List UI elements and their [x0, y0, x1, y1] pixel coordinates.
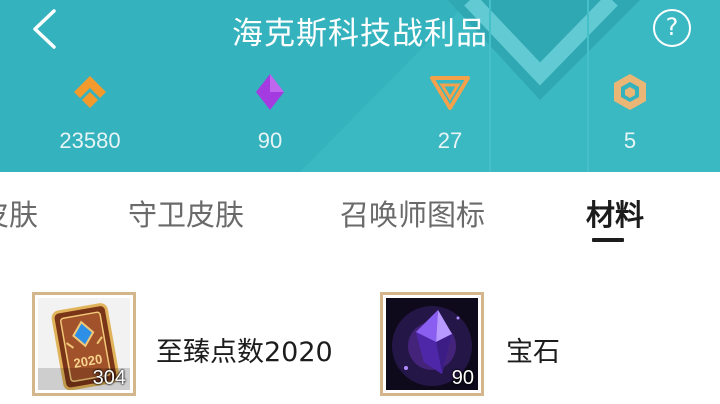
currency-value: 27	[437, 128, 463, 153]
help-button[interactable]: ?	[653, 9, 691, 47]
tab-ward-skins[interactable]: 守卫皮肤	[128, 192, 244, 234]
currency-value: 90	[257, 128, 283, 153]
item-thumbnail: 90	[380, 292, 484, 396]
item-quantity: 90	[451, 367, 474, 389]
question-circle-icon: ?	[665, 13, 679, 41]
item-quantity: 304	[92, 367, 126, 389]
hexagon-essence-icon	[614, 74, 646, 110]
tab-skins[interactable]: 皮肤	[0, 192, 38, 234]
orange-triangle-icon	[430, 76, 470, 110]
material-item-gemstone[interactable]: 90 宝石	[380, 292, 620, 398]
tab-summoner-icons[interactable]: 召唤师图标	[340, 192, 485, 234]
currency-orange-essence[interactable]: 27	[390, 72, 510, 154]
page-title: 海克斯科技战利品	[232, 16, 488, 52]
header: 海克斯科技战利品 ? 23580 90 27 5	[0, 0, 720, 172]
currency-blue-essence[interactable]: 23580	[30, 72, 150, 154]
currency-value: 23580	[59, 128, 121, 153]
active-tab-indicator	[592, 238, 624, 242]
tab-materials[interactable]: 材料	[586, 192, 644, 234]
item-name: 至臻点数2020	[156, 337, 333, 368]
currency-mythic-essence[interactable]: 5	[570, 72, 690, 154]
item-name: 宝石	[506, 337, 560, 368]
material-item-prestige-points[interactable]: 2020 304 至臻点数2020	[32, 292, 352, 398]
blue-essence-icon	[74, 76, 106, 108]
currency-gemstone[interactable]: 90	[210, 72, 330, 154]
item-thumbnail: 2020 304	[32, 292, 136, 396]
currency-value: 5	[623, 128, 637, 153]
purple-diamond-icon	[256, 74, 284, 110]
